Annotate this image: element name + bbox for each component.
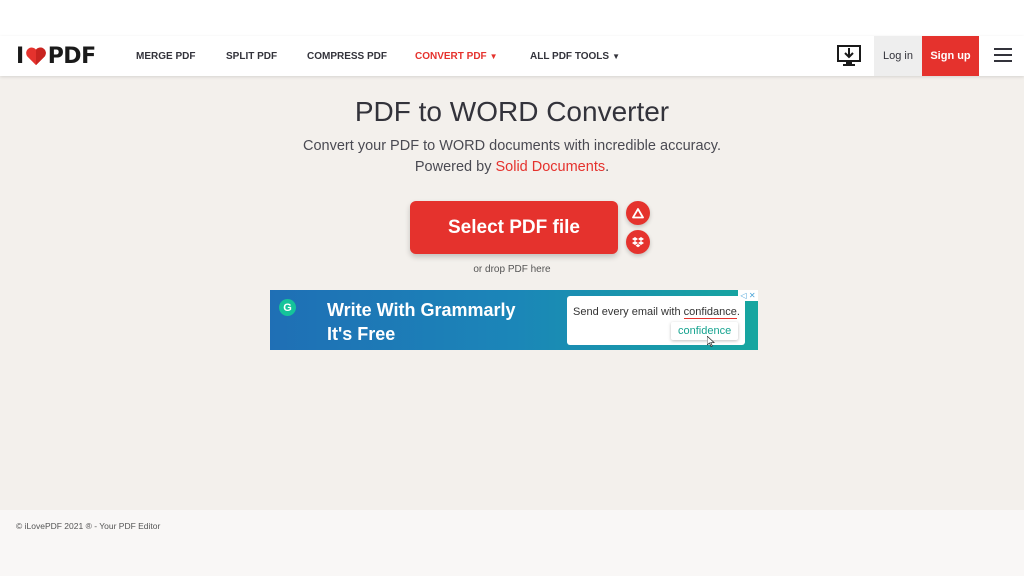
nav-label: MERGE PDF [136, 50, 196, 62]
logo-text-left: I [16, 43, 24, 69]
caret-down-icon: ▼ [489, 51, 498, 61]
ad-headline: Write With Grammarly It's Free [327, 298, 516, 346]
dropbox-icon [632, 237, 644, 248]
nav-split-pdf[interactable]: SPLIT PDF [226, 36, 277, 76]
nav-label: ALL PDF TOOLS [530, 50, 610, 62]
ad-headline-line: It's Free [327, 324, 396, 344]
ad-misspelled-word: confidance [683, 306, 737, 319]
logo-text-right: PDF [47, 43, 96, 69]
login-button[interactable]: Log in [874, 36, 922, 76]
dropbox-button[interactable] [626, 230, 650, 254]
signup-button[interactable]: Sign up [922, 36, 979, 76]
solid-documents-link[interactable]: Solid Documents [495, 159, 605, 175]
signup-label: Sign up [930, 50, 971, 62]
google-drive-button[interactable] [626, 201, 650, 225]
nav-compress-pdf[interactable]: COMPRESS PDF [307, 36, 387, 76]
ad-demo-prefix: Send every email with [573, 306, 684, 318]
ad-demo-suffix: . [736, 306, 740, 318]
top-navbar: I PDF MERGE PDF SPLIT PDF COMPRESS PDF C… [0, 36, 1024, 76]
grammarly-logo-icon: G [279, 299, 296, 316]
hamburger-menu-icon[interactable] [994, 48, 1012, 64]
page-subtitle: Convert your PDF to WORD documents with … [0, 136, 1024, 178]
google-drive-icon [632, 207, 644, 218]
ad-demo-card: Send every email with confidance. confid… [567, 296, 745, 347]
nav-label: SPLIT PDF [226, 50, 278, 62]
powered-by-suffix: . [605, 159, 610, 175]
nav-label: COMPRESS PDF [307, 50, 388, 62]
subtitle-line: Convert your PDF to WORD documents with … [303, 138, 721, 154]
nav-convert-pdf[interactable]: CONVERT PDF ▼ [415, 36, 498, 76]
mouse-cursor-icon [707, 336, 715, 347]
select-pdf-button[interactable]: Select PDF file [410, 201, 618, 254]
download-desktop-icon [837, 45, 861, 66]
download-desktop-button[interactable] [836, 44, 862, 68]
ad-suggestion-chip: confidence [671, 322, 739, 340]
page-title: PDF to WORD Converter [354, 96, 670, 127]
powered-by-line: Powered by Solid Documents. [0, 157, 1024, 178]
nav-all-pdf-tools[interactable]: ALL PDF TOOLS ▼ [530, 36, 620, 76]
ad-demo-text: Send every email with confidance. [573, 306, 740, 319]
ad-close-icon[interactable]: ◁ ✕ [738, 290, 758, 301]
drop-hint: or drop PDF here [473, 264, 551, 275]
ad-headline-line: Write With Grammarly [327, 300, 516, 320]
nav-label: CONVERT PDF [415, 50, 487, 62]
caret-down-icon: ▼ [612, 51, 620, 61]
powered-by-prefix: Powered by [414, 159, 496, 175]
heart-icon [25, 47, 46, 66]
nav-merge-pdf[interactable]: MERGE PDF [136, 36, 195, 76]
login-label: Log in [883, 50, 913, 62]
ilovepdf-logo[interactable]: I PDF [16, 43, 96, 69]
select-pdf-label: Select PDF file [448, 216, 580, 238]
footer-copyright: © iLovePDF 2021 ® - Your PDF Editor [16, 521, 161, 531]
footer: © iLovePDF 2021 ® - Your PDF Editor [0, 510, 1024, 576]
grammarly-ad-banner[interactable]: G Write With Grammarly It's Free Send ev… [270, 290, 758, 350]
